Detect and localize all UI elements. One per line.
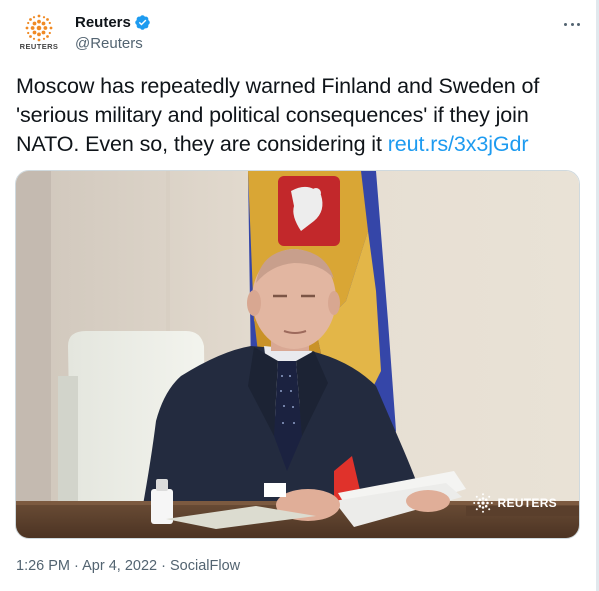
avatar-wordmark: REUTERS <box>19 42 59 51</box>
author-handle[interactable]: @Reuters <box>75 35 143 52</box>
tweet-time[interactable]: 1:26 PM <box>16 558 70 574</box>
tweet-meta: 1:26 PM · Apr 4, 2022 · SocialFlow <box>16 558 240 574</box>
author-name-row[interactable]: Reuters <box>75 14 151 31</box>
tweet-link[interactable]: reut.rs/3x3jGdr <box>388 132 529 156</box>
meta-separator: · <box>74 558 79 574</box>
tweet-text: Moscow has repeatedly warned Finland and… <box>16 72 586 159</box>
avatar[interactable]: REUTERS <box>17 13 61 55</box>
reuters-logo-icon <box>25 14 53 42</box>
tweet-date[interactable]: Apr 4, 2022 <box>82 558 157 574</box>
watermark-text: REUTERS <box>497 496 557 510</box>
verified-badge-icon <box>135 15 150 30</box>
photo-scene <box>16 171 579 538</box>
tweet-header: REUTERS Reuters @Reuters <box>17 13 583 55</box>
author-display-name[interactable]: Reuters <box>75 14 131 31</box>
tweet-source[interactable]: SocialFlow <box>170 558 240 574</box>
meta-separator: · <box>161 558 166 574</box>
more-options-icon[interactable] <box>561 16 583 32</box>
photo-watermark: REUTERS <box>472 492 557 514</box>
reuters-watermark-icon <box>472 493 493 513</box>
tweet-photo[interactable]: REUTERS <box>15 170 580 539</box>
